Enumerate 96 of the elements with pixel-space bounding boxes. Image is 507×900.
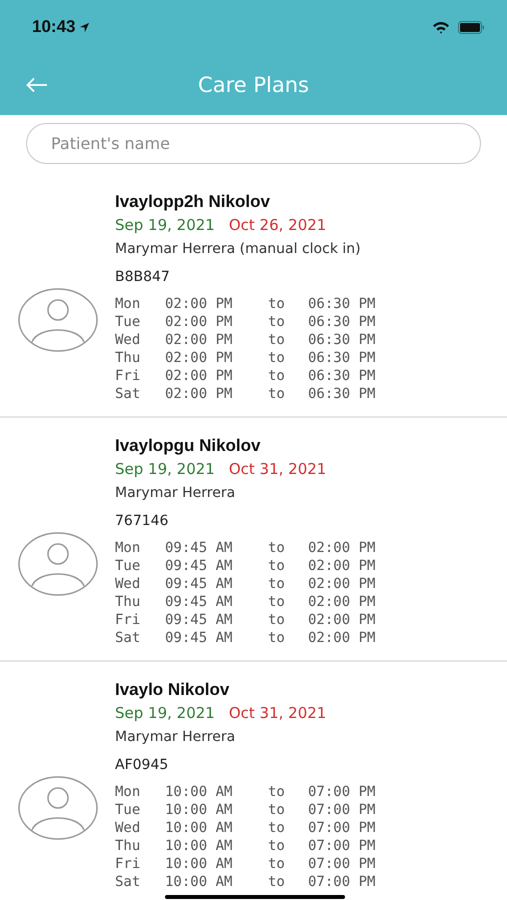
end-time: 02:00 PM (308, 629, 376, 647)
end-time: 06:30 PM (308, 295, 376, 313)
start-time: 10:00 AM (165, 855, 234, 873)
start-time: 10:00 AM (165, 801, 234, 819)
start-time: 02:00 PM (165, 367, 234, 385)
schedule-separator: to (268, 837, 286, 855)
schedule-day: Thu (115, 593, 165, 611)
start-time: 02:00 PM (165, 295, 234, 313)
start-time: 09:45 AM (165, 629, 234, 647)
start-time: 09:45 AM (165, 539, 234, 557)
end-time: 06:30 PM (308, 313, 376, 331)
end-time: 07:00 PM (308, 801, 376, 819)
start-time: 09:45 AM (165, 611, 234, 629)
schedule-separator: to (268, 611, 286, 629)
start-time: 02:00 PM (165, 349, 234, 367)
start-time: 02:00 PM (165, 331, 234, 349)
schedule-separator: to (268, 629, 286, 647)
schedule-day: Mon (115, 539, 165, 557)
start-time: 10:00 AM (165, 783, 234, 801)
end-time: 07:00 PM (308, 783, 376, 801)
end-time: 02:00 PM (308, 557, 376, 575)
start-date: Sep 19, 2021 (115, 459, 215, 480)
schedule-day: Fri (115, 611, 165, 629)
plan-code: AF0945 (115, 756, 170, 775)
battery-icon (458, 20, 485, 34)
end-time: 06:30 PM (308, 331, 376, 349)
end-time: 07:00 PM (308, 873, 376, 891)
schedule-separator: to (268, 783, 286, 801)
start-time: 02:00 PM (165, 385, 234, 403)
schedule-separator: to (268, 855, 286, 873)
start-time: 10:00 AM (165, 837, 234, 855)
end-date: Oct 31, 2021 (228, 459, 326, 480)
end-time: 06:30 PM (308, 367, 376, 385)
schedule-day: Tue (115, 557, 165, 575)
schedule-separator: to (268, 295, 286, 313)
end-time: 06:30 PM (308, 349, 376, 367)
location-icon (79, 22, 90, 32)
start-time: 02:00 PM (165, 313, 234, 331)
patient-name: Ivaylopgu Nikolov (115, 435, 262, 457)
schedule-separator: to (268, 819, 286, 837)
schedule-day: Mon (115, 295, 165, 313)
schedule-separator: to (268, 367, 286, 385)
schedule-separator: to (268, 575, 286, 593)
schedule-day: Thu (115, 349, 165, 367)
avatar-icon (18, 776, 98, 840)
schedule-separator: to (268, 331, 286, 349)
schedule-day: Sat (115, 385, 165, 403)
end-time: 07:00 PM (308, 855, 376, 873)
wifi-icon (432, 20, 450, 34)
search-field[interactable]: Patient's name (26, 123, 481, 164)
avatar-icon (18, 532, 98, 596)
start-time: 09:45 AM (165, 575, 234, 593)
avatar-icon (18, 288, 98, 352)
start-date: Sep 19, 2021 (115, 215, 215, 236)
plan-code: 767146 (115, 512, 170, 531)
end-time: 02:00 PM (308, 575, 376, 593)
start-time: 09:45 AM (165, 593, 234, 611)
end-time: 07:00 PM (308, 837, 376, 855)
schedule-separator: to (268, 593, 286, 611)
schedule-day: Wed (115, 331, 165, 349)
plan-code: B8B847 (115, 268, 171, 287)
end-time: 07:00 PM (308, 819, 376, 837)
schedule-separator: to (268, 539, 286, 557)
schedule-separator: to (268, 349, 286, 367)
caregiver-name: Marymar Herrera (115, 728, 236, 747)
start-date: Sep 19, 2021 (115, 703, 215, 724)
start-time: 10:00 AM (165, 873, 234, 891)
end-time: 06:30 PM (308, 385, 376, 403)
schedule-day: Mon (115, 783, 165, 801)
patient-name: Ivaylo Nikolov (115, 679, 230, 701)
schedule-day: Fri (115, 855, 165, 873)
status-time: 10:43 (32, 17, 76, 37)
schedule-day: Sat (115, 873, 165, 891)
schedule-separator: to (268, 385, 286, 403)
schedule-day: Tue (115, 801, 165, 819)
schedule-day: Thu (115, 837, 165, 855)
patient-name: Ivaylopp2h Nikolov (115, 191, 271, 213)
caregiver-name: Marymar Herrera (manual clock in) (115, 240, 362, 259)
schedule-day: Fri (115, 367, 165, 385)
screen-title: Care Plans (198, 72, 309, 96)
schedule-separator: to (268, 313, 286, 331)
caregiver-name: Marymar Herrera (115, 484, 236, 503)
end-time: 02:00 PM (308, 539, 376, 557)
schedule-separator: to (268, 873, 286, 891)
schedule-day: Wed (115, 575, 165, 593)
end-date: Oct 26, 2021 (228, 215, 326, 236)
schedule-day: Wed (115, 819, 165, 837)
end-time: 02:00 PM (308, 611, 376, 629)
end-date: Oct 31, 2021 (228, 703, 326, 724)
schedule-day: Sat (115, 629, 165, 647)
start-time: 09:45 AM (165, 557, 234, 575)
end-time: 02:00 PM (308, 593, 376, 611)
schedule-separator: to (268, 557, 286, 575)
schedule-day: Tue (115, 313, 165, 331)
start-time: 10:00 AM (165, 819, 234, 837)
schedule-separator: to (268, 801, 286, 819)
